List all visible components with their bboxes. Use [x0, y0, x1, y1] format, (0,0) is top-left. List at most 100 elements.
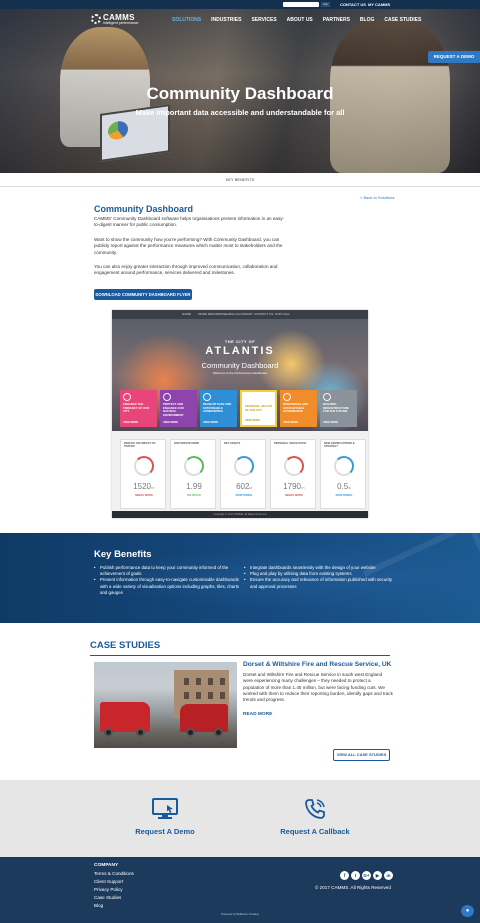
google-plus-icon[interactable]: G+	[362, 871, 371, 880]
preview-tile: PROTECT AND ENHANCE OUR NATURAL ENVIRONM…	[160, 390, 197, 427]
key-benefits-list-right: Integrate dashboards seamlessly with the…	[244, 565, 394, 590]
tile-label: FINANCIAL HEALTH OF THE CITY	[245, 404, 272, 412]
contact-us-link[interactable]: CONTACT US	[340, 1, 366, 8]
request-callback-label: Request A Callback	[280, 827, 350, 836]
kpi-number: 1.99	[186, 482, 202, 491]
kpi-title: REDUCE THE IMPACT OF TRAFFIC	[124, 442, 156, 449]
download-flyer-button[interactable]: DOWNLOAD COMMUNITY DASHBOARD FLYER	[94, 289, 192, 300]
body-paragraph: Want to show the community how you're pe…	[94, 237, 283, 255]
nav-item-partners[interactable]: PARTNERS	[323, 17, 350, 23]
hero-title: Community Dashboard	[146, 84, 334, 103]
back-to-solutions-link[interactable]: < Back to Solutions	[360, 195, 394, 200]
tile-view-more: VIEW MORE	[323, 420, 339, 424]
preview-nav-item: SEARCH GLOSSARY	[223, 312, 253, 316]
key-benefits-list-left: Publish performance data to keep your co…	[94, 565, 244, 596]
read-more-link[interactable]: READ MORE	[243, 712, 272, 717]
page-heading: Community Dashboard	[94, 204, 194, 214]
chat-bubble-icon[interactable]: ●	[461, 905, 474, 917]
logo-tagline: intelligent performance	[103, 21, 139, 25]
request-demo-tab[interactable]: REQUEST A DEMO	[428, 51, 480, 63]
request-demo-label: Request A Demo	[135, 827, 195, 836]
tile-icon	[163, 393, 171, 401]
preview-tile: RESPONSIVE AND ACCOUNTABLE GOVERNANCE VIE…	[280, 390, 317, 427]
case-study-heading[interactable]: Dorset & Wiltshire Fire and Rescue Servi…	[243, 661, 391, 668]
view-all-case-studies-button[interactable]: VIEW ALL CASE STUDIES	[333, 749, 390, 761]
preview-tile: ENHANCE THE VIBRANCY OF OUR CITY VIEW MOR…	[120, 390, 157, 427]
kpi-number: 602	[236, 482, 250, 491]
footer-link-terms[interactable]: Terms & Conditions	[94, 870, 134, 878]
logo-mark-icon	[91, 14, 101, 24]
kpi-unit: %	[348, 486, 351, 490]
tile-label: ENHANCE THE VIBRANCY OF OUR CITY	[123, 402, 150, 413]
case-studies-title: CASE STUDIES	[90, 640, 161, 651]
preview-kpi-card: PARTICIPATE MORE 1.99 ON TRACK	[170, 439, 216, 509]
preview-nav-item: MORE RECORDS	[198, 312, 223, 316]
key-benefits-anchor[interactable]: KEY BENEFITS	[0, 173, 480, 187]
my-camms-link[interactable]: MY CAMMS	[368, 1, 390, 8]
linkedin-icon[interactable]: in	[384, 871, 393, 880]
preview-kpi-card: NET ASSETS 602M MONITORING	[220, 439, 266, 509]
twitter-icon[interactable]: t	[351, 871, 360, 880]
youtube-icon[interactable]: ▶	[373, 871, 382, 880]
cta-section: Request A Demo Request A Callback	[0, 780, 480, 857]
footer-link-privacy[interactable]: Privacy Policy	[94, 886, 134, 894]
social-links: f t G+ ▶ in	[340, 871, 393, 880]
case-study-photo[interactable]	[94, 662, 237, 748]
kpi-unit: /Yr	[300, 486, 305, 490]
kpi-title: PERSONAL SPACE RATIO	[274, 442, 307, 445]
tile-icon	[123, 393, 131, 401]
preview-nav-item: CONTACT US	[254, 312, 274, 316]
preview-title: Community Dashboard	[201, 361, 279, 370]
preview-city-name: ATLANTIS	[205, 345, 275, 357]
facebook-icon[interactable]: f	[340, 871, 349, 880]
kpi-status: NEEDS WORK	[285, 494, 303, 497]
nav-item-services[interactable]: SERVICES	[251, 17, 276, 23]
top-bar: Go CONTACT US MY CAMMS	[0, 0, 480, 9]
kpi-gauge	[234, 456, 254, 476]
nav-item-blog[interactable]: BLOG	[360, 17, 374, 23]
footer-link-blog[interactable]: Blog	[94, 902, 134, 910]
request-callback-cta[interactable]: Request A Callback	[275, 797, 355, 836]
search-input[interactable]	[283, 2, 319, 7]
tile-label: DEVELOP SAFE AND SUSTAINABLE COMMUNITIES	[203, 402, 232, 413]
preview-nav-item: OUR CALL	[275, 312, 291, 316]
kpi-number: 1520	[133, 482, 151, 491]
benefit-item: Ensure the accuracy and relevance of inf…	[244, 577, 394, 589]
preview-footer: Copyright © 2017 CAMMS. All Rights Reser…	[112, 511, 368, 518]
tile-view-more: VIEW MORE	[163, 420, 179, 424]
tile-icon	[283, 393, 291, 401]
search-button[interactable]: Go	[321, 2, 330, 7]
request-demo-cta[interactable]: Request A Demo	[125, 797, 205, 836]
nav-item-case-studies[interactable]: CASE STUDIES	[384, 17, 421, 23]
preview-nav-item: HOME	[182, 312, 191, 316]
intro-paragraph: CAMMS' Community Dashboard software help…	[94, 216, 285, 228]
preview-tile: BUILDING INFRASTRUCTURE FOR THE FUTURE VI…	[320, 390, 357, 427]
preview-tiles: ENHANCE THE VIBRANCY OF OUR CITY VIEW MOR…	[120, 390, 360, 428]
body-paragraph: You can also enjoy greater interaction t…	[94, 264, 278, 276]
tile-icon	[323, 393, 331, 401]
kpi-unit: /Yr	[150, 486, 155, 490]
footer-link-client-support[interactable]: Client Support	[94, 878, 134, 886]
kpi-title: NEW GROWTH PROFILE STRATEGY	[324, 442, 355, 449]
tile-view-more: VIEW MORE	[203, 420, 219, 424]
kpi-title: NET ASSETS	[224, 442, 241, 445]
footer-links: Terms & Conditions Client Support Privac…	[94, 870, 134, 910]
powered-by[interactable]: Powered by Brilliance Creative	[0, 912, 480, 916]
footer-link-case-studies[interactable]: Case Studies	[94, 894, 134, 902]
kpi-value: 1520/Yr	[121, 482, 167, 491]
nav-item-solutions[interactable]: SOLUTIONS	[172, 17, 201, 23]
kpi-unit: M	[249, 486, 252, 490]
nav-item-about-us[interactable]: ABOUT US	[287, 17, 313, 23]
kpi-status: MONITORING	[235, 494, 253, 497]
kpi-value: 1790/Yr	[271, 482, 317, 491]
main-nav: SOLUTIONS INDUSTRIES SERVICES ABOUT US P…	[172, 17, 431, 23]
divider	[90, 655, 390, 656]
kpi-status: NEEDS WORK	[135, 494, 153, 497]
benefit-item: Present information through easy-to-navi…	[94, 577, 244, 596]
footer: COMPANY Terms & Conditions Client Suppor…	[0, 857, 480, 923]
preview-city-label: THE CITY OF	[224, 339, 256, 344]
kpi-gauge	[284, 456, 304, 476]
kpi-value: 602M	[221, 482, 267, 491]
preview-kpi-card: REDUCE THE IMPACT OF TRAFFIC 1520/Yr NEEDS…	[120, 439, 166, 509]
nav-item-industries[interactable]: INDUSTRIES	[211, 17, 241, 23]
